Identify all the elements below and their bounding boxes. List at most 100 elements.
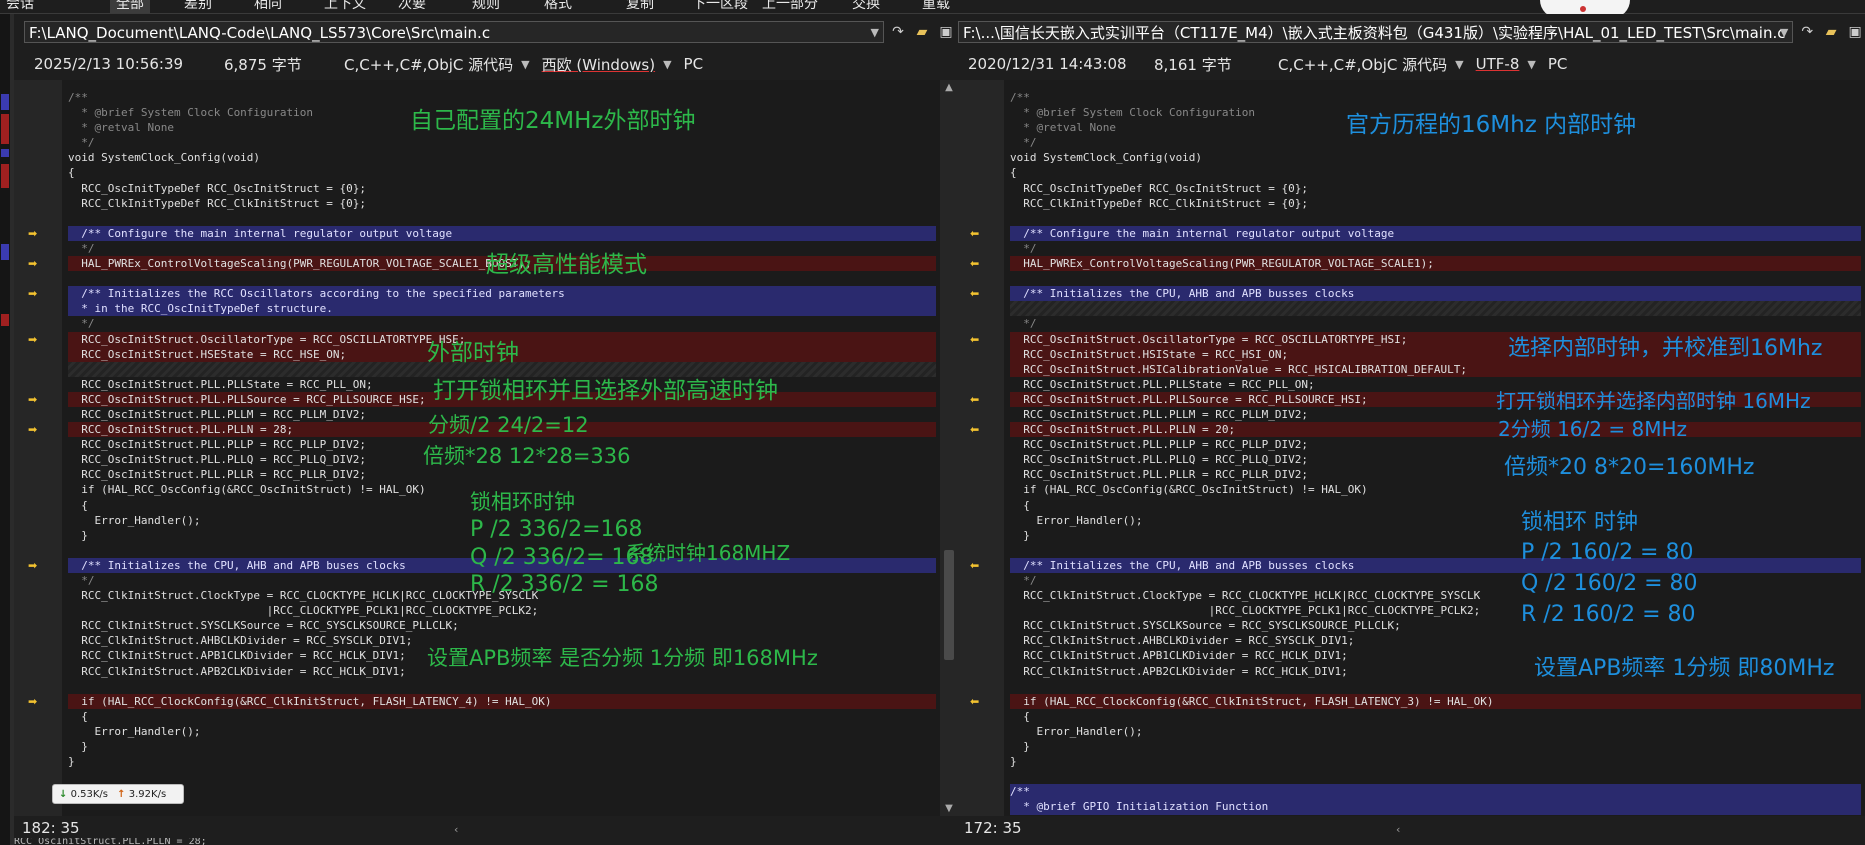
chevron-down-icon[interactable]: ▼ xyxy=(521,58,529,71)
code-line[interactable]: { xyxy=(1010,709,1861,724)
toolbar-diffs[interactable]: 差别 xyxy=(178,0,218,13)
code-line[interactable]: { xyxy=(1010,165,1861,180)
code-line[interactable]: /** xyxy=(1010,784,1861,800)
folder-icon[interactable]: ▰ xyxy=(1821,22,1841,42)
code-line[interactable]: { xyxy=(68,709,936,724)
code-line[interactable]: RCC_OscInitTypeDef RCC_OscInitStruct = {… xyxy=(68,181,936,196)
diff-arrow-right-icon[interactable]: ➡ xyxy=(28,258,40,269)
code-line[interactable]: * @brief GPIO Initialization Function xyxy=(1010,799,1861,815)
code-line[interactable]: */ xyxy=(1010,316,1861,331)
left-encoding[interactable]: 西欧 (Windows) xyxy=(542,54,655,75)
right-lang[interactable]: C,C++,C#,ObjC 源代码 xyxy=(1278,54,1447,75)
toolbar-session[interactable]: 会话 xyxy=(0,0,40,13)
code-line[interactable]: void SystemClock_Config(void) xyxy=(68,150,936,165)
left-hscroll[interactable]: ‹ xyxy=(84,821,938,836)
code-line[interactable]: |RCC_CLOCKTYPE_PCLK1|RCC_CLOCKTYPE_PCLK2… xyxy=(68,603,936,618)
code-line[interactable]: void SystemClock_Config(void) xyxy=(1010,150,1861,165)
code-line[interactable]: ➡ if (HAL_RCC_ClockConfig(&RCC_ClkInitSt… xyxy=(28,693,936,709)
right-hscroll[interactable]: ‹ xyxy=(1026,821,1845,836)
diff-arrow-left-icon[interactable]: ⬅ xyxy=(970,424,982,435)
diff-arrow-left-icon[interactable]: ⬅ xyxy=(970,560,982,571)
code-line[interactable]: */ xyxy=(1010,241,1861,256)
code-line[interactable] xyxy=(68,211,936,226)
code-line[interactable]: Error_Handler(); xyxy=(1010,724,1861,739)
code-line[interactable]: } xyxy=(1010,528,1861,543)
code-line[interactable] xyxy=(1010,211,1861,226)
code-line[interactable]: RCC_ClkInitStruct.ClockType = RCC_CLOCKT… xyxy=(1010,588,1861,603)
diff-arrow-left-icon[interactable]: ⬅ xyxy=(970,288,982,299)
diff-arrow-right-icon[interactable]: ➡ xyxy=(28,394,40,405)
code-line[interactable]: } xyxy=(68,739,936,754)
open-arrow-icon[interactable]: ↷ xyxy=(1797,22,1817,42)
code-line[interactable]: RCC_OscInitTypeDef RCC_OscInitStruct = {… xyxy=(1010,181,1861,196)
code-line[interactable]: ➡ /** Initializes the RCC Oscillators ac… xyxy=(28,286,936,302)
code-line[interactable] xyxy=(1010,543,1861,558)
code-line[interactable]: RCC_ClkInitStruct.SYSCLKSource = RCC_SYS… xyxy=(1010,618,1861,633)
left-path-field[interactable]: F:\LANQ_Document\LANQ-Code\LANQ_LS573\Co… xyxy=(24,21,884,43)
toolbar-next-section[interactable]: 下一区段 xyxy=(686,0,754,13)
chevron-down-icon[interactable]: ▼ xyxy=(871,22,879,42)
chevron-down-icon[interactable]: ▼ xyxy=(663,58,671,71)
diff-arrow-right-icon[interactable]: ➡ xyxy=(28,288,40,299)
toolbar-reload[interactable]: 重载 xyxy=(916,0,956,13)
toolbar-context[interactable]: 上下文 xyxy=(318,0,372,13)
code-line[interactable]: |RCC_CLOCKTYPE_PCLK1|RCC_CLOCKTYPE_PCLK2… xyxy=(1010,603,1861,618)
save-icon[interactable]: ▣ xyxy=(1845,22,1865,42)
diff-arrow-right-icon[interactable]: ➡ xyxy=(28,228,40,239)
overview-strip[interactable] xyxy=(0,14,10,845)
code-line[interactable]: * in the RCC_OscInitTypeDef structure. xyxy=(68,301,936,317)
save-icon[interactable]: ▣ xyxy=(936,22,956,42)
code-line[interactable]: */ xyxy=(68,316,936,331)
right-code[interactable]: /** * @brief System Clock Configuration … xyxy=(970,90,1861,815)
code-line[interactable] xyxy=(68,679,936,694)
code-line[interactable]: ⬅ if (HAL_RCC_ClockConfig(&RCC_ClkInitSt… xyxy=(970,693,1861,709)
code-line[interactable]: RCC_ClkInitStruct.SYSCLKSource = RCC_SYS… xyxy=(68,618,936,633)
code-line[interactable]: /** xyxy=(1010,90,1861,105)
code-line[interactable]: } xyxy=(68,754,936,769)
code-line[interactable] xyxy=(1010,301,1861,317)
code-line[interactable]: { xyxy=(1010,498,1861,513)
code-line[interactable]: /** xyxy=(68,90,936,105)
toolbar-rules[interactable]: 规则 xyxy=(466,0,506,13)
diff-arrow-left-icon[interactable]: ⬅ xyxy=(970,394,982,405)
folder-icon[interactable]: ▰ xyxy=(912,22,932,42)
code-line[interactable]: if (HAL_RCC_OscConfig(&RCC_OscInitStruct… xyxy=(1010,482,1861,497)
code-line[interactable]: ➡ /** Configure the main internal regula… xyxy=(28,225,936,241)
code-line[interactable]: Error_Handler(); xyxy=(1010,513,1861,528)
code-line[interactable]: RCC_ClkInitStruct.AHBCLKDivider = RCC_SY… xyxy=(1010,633,1861,648)
left-eol[interactable]: PC xyxy=(684,55,704,73)
code-line[interactable]: RCC_ClkInitTypeDef RCC_ClkInitStruct = {… xyxy=(68,196,936,211)
code-line[interactable]: ⬅ RCC_OscInitStruct.PLL.PLLN = 20; xyxy=(970,422,1861,438)
diff-arrow-left-icon[interactable]: ⬅ xyxy=(970,334,982,345)
code-line[interactable]: ⬅ /** Configure the main internal regula… xyxy=(970,225,1861,241)
chevron-down-icon[interactable]: ▼ xyxy=(1780,22,1788,42)
diff-arrow-right-icon[interactable]: ➡ xyxy=(28,334,40,345)
code-line[interactable]: } xyxy=(1010,754,1861,769)
toolbar-prev-part[interactable]: 上一部分 xyxy=(756,0,824,13)
code-line[interactable] xyxy=(1010,769,1861,784)
diff-arrow-right-icon[interactable]: ➡ xyxy=(28,696,40,707)
code-line[interactable]: ⬅ HAL_PWREx_ControlVoltageScaling(PWR_RE… xyxy=(970,256,1861,272)
toolbar-minor[interactable]: 次要 xyxy=(392,0,432,13)
left-lang[interactable]: C,C++,C#,ObjC 源代码 xyxy=(344,54,513,75)
code-line[interactable]: */ xyxy=(68,135,936,150)
chevron-down-icon[interactable]: ▼ xyxy=(1455,58,1463,71)
code-line[interactable]: RCC_OscInitStruct.PLL.PLLP = RCC_PLLP_DI… xyxy=(1010,437,1861,452)
code-line[interactable]: RCC_ClkInitTypeDef RCC_ClkInitStruct = {… xyxy=(1010,196,1861,211)
open-arrow-icon[interactable]: ↷ xyxy=(888,22,908,42)
code-line[interactable]: ⬅ /** Initializes the CPU, AHB and APB b… xyxy=(970,557,1861,573)
diff-arrow-left-icon[interactable]: ⬅ xyxy=(970,258,982,269)
code-line[interactable]: Error_Handler(); xyxy=(68,724,936,739)
right-eol[interactable]: PC xyxy=(1548,55,1568,73)
chevron-down-icon[interactable]: ▼ xyxy=(1527,58,1535,71)
toolbar-copy[interactable]: 复制 xyxy=(620,0,660,13)
right-path-field[interactable]: F:\...\国信长天嵌入式实训平台（CT117E_M4）\嵌入式主板资料包（G… xyxy=(958,21,1794,43)
toolbar-format[interactable]: 格式 xyxy=(538,0,578,13)
code-line[interactable]: */ xyxy=(1010,573,1861,588)
diff-arrow-left-icon[interactable]: ⬅ xyxy=(970,696,982,707)
left-vscroll-thumb[interactable] xyxy=(944,550,954,660)
code-line[interactable]: { xyxy=(68,165,936,180)
code-line[interactable]: RCC_OscInitStruct.PLL.PLLR = RCC_PLLR_DI… xyxy=(68,467,936,482)
code-line[interactable]: RCC_OscInitStruct.HSICalibrationValue = … xyxy=(1010,361,1861,377)
right-editor[interactable]: /** * @brief System Clock Configuration … xyxy=(956,80,1865,816)
